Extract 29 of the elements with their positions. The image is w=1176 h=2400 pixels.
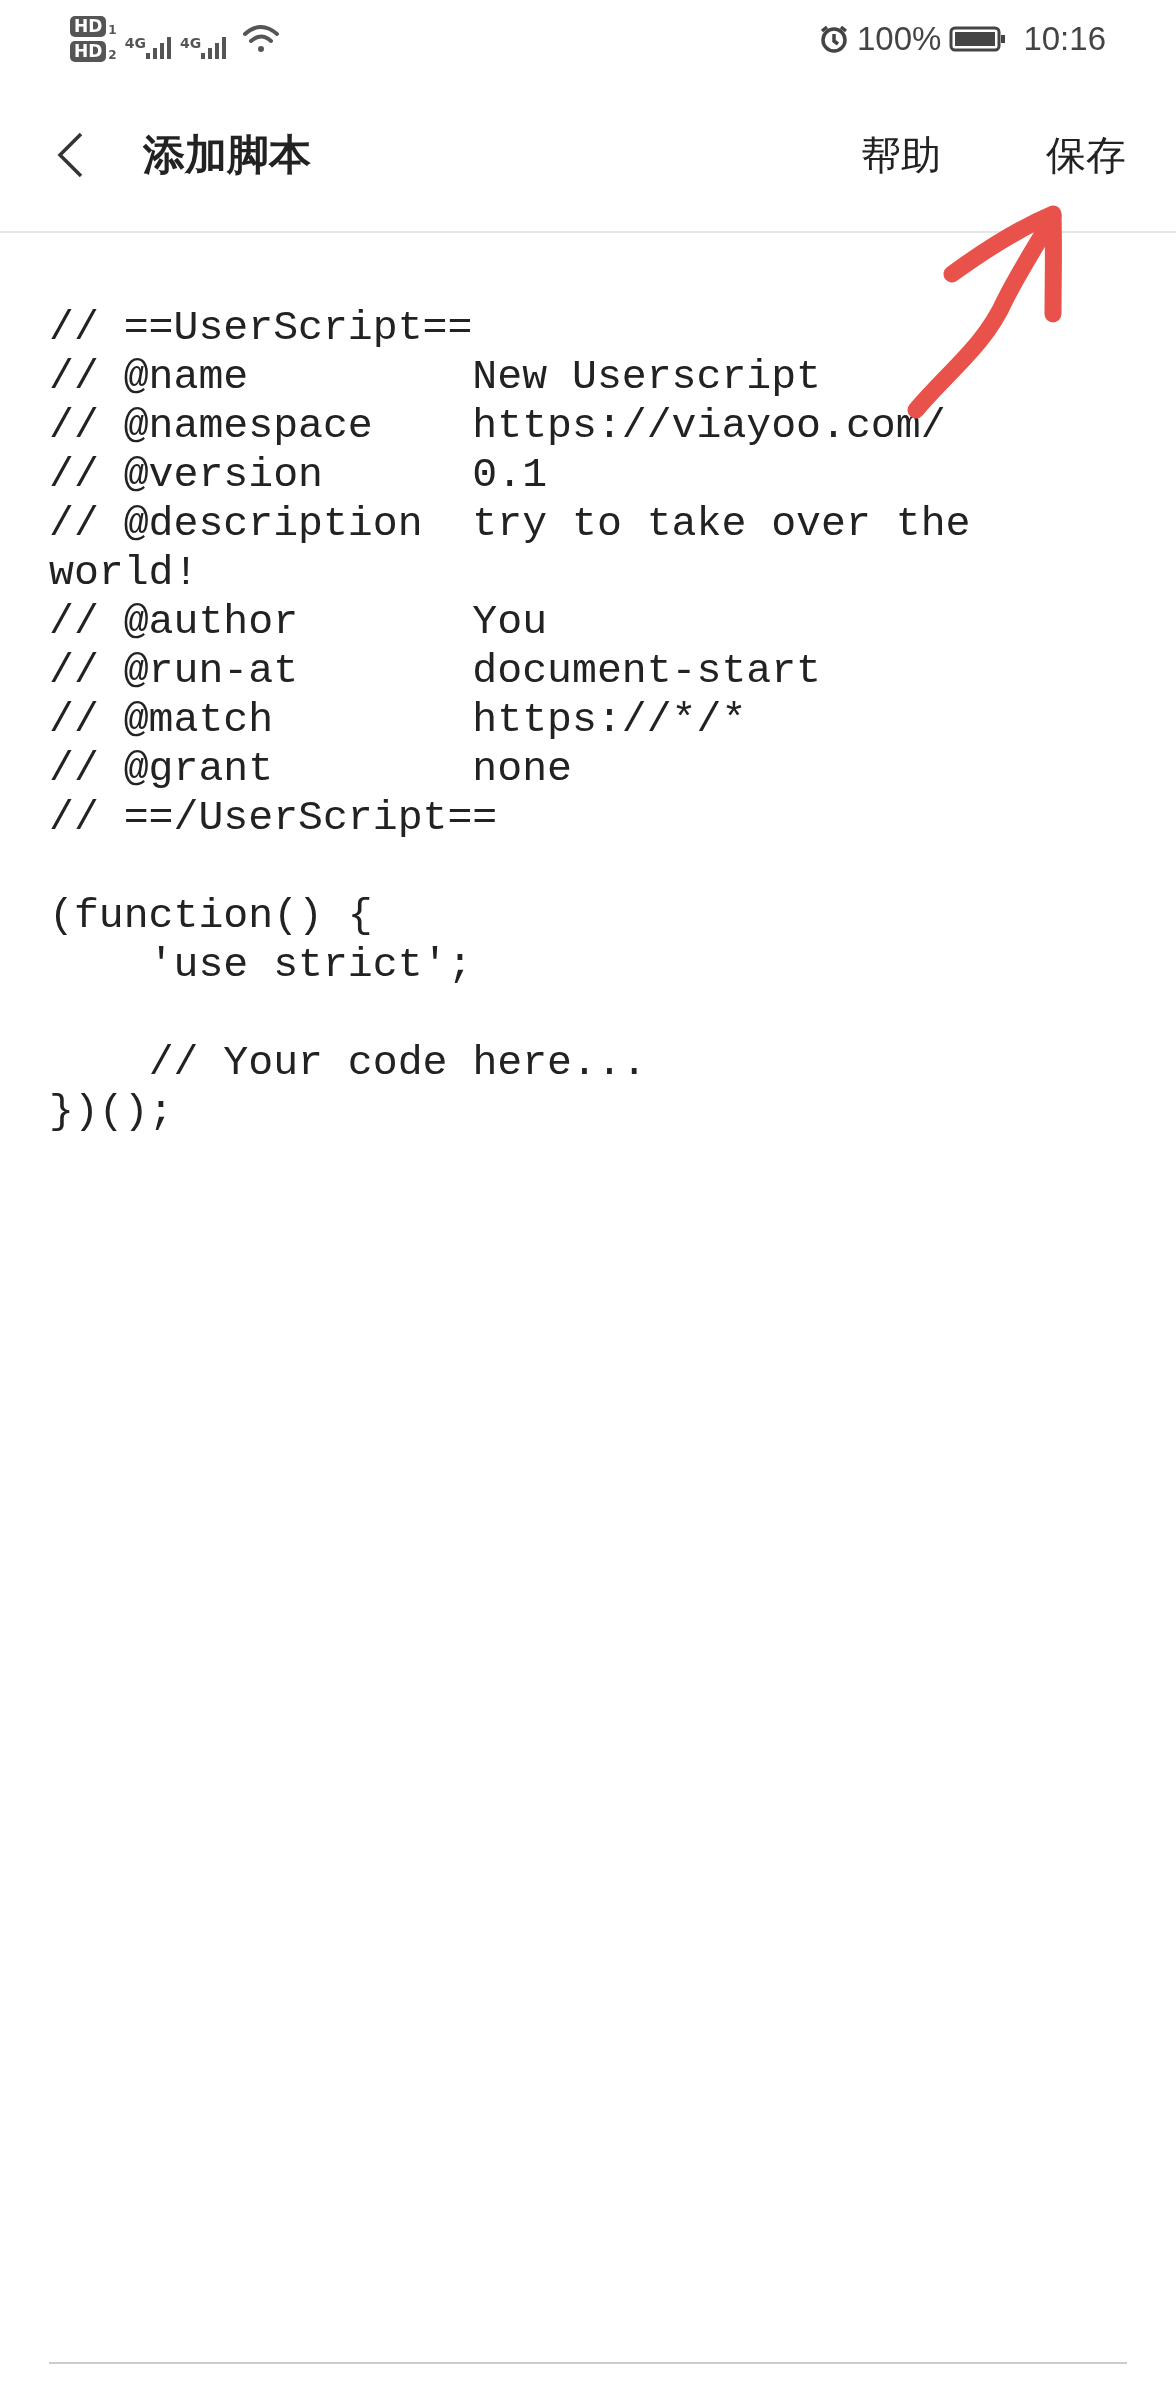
code-line: // @description try to take over the world! — [49, 499, 972, 597]
code-line: // @name New Userscript — [49, 352, 823, 401]
back-button[interactable] — [55, 130, 85, 179]
code-line: // @namespace https://viayoo.com/ — [49, 401, 947, 450]
sim-slot: 1 — [108, 23, 117, 37]
network-type: 4G — [124, 35, 146, 51]
battery-icon — [949, 25, 1008, 53]
page-title: 添加脚本 — [143, 129, 311, 181]
save-button[interactable]: 保存 — [1046, 124, 1126, 185]
battery-percent: 100% — [857, 19, 942, 60]
hd-label: HD — [70, 41, 107, 62]
code-line: // @version 0.1 — [49, 450, 549, 499]
code-line: // @author You — [49, 597, 549, 646]
code-line: // Your code here... — [147, 1038, 648, 1087]
network-type: 4G — [179, 35, 202, 51]
help-button[interactable]: 帮助 — [861, 124, 941, 185]
code-line: // @grant none — [49, 744, 573, 793]
sim-slot: 2 — [108, 48, 117, 62]
alarm-clock-icon — [819, 24, 849, 54]
code-line: // @match https://*/* — [49, 695, 748, 744]
code-line: (function() { — [49, 891, 374, 940]
code-line: 'use strict'; — [147, 940, 474, 989]
code-line: // @run-at document-start — [49, 646, 823, 695]
hd-label: HD — [70, 16, 107, 37]
clock-time: 10:16 — [1023, 19, 1106, 60]
code-line: // ==/UserScript== — [49, 793, 499, 842]
code-line: })(); — [49, 1087, 175, 1136]
back-icon — [55, 130, 85, 179]
code-line: // ==UserScript== — [49, 303, 474, 352]
